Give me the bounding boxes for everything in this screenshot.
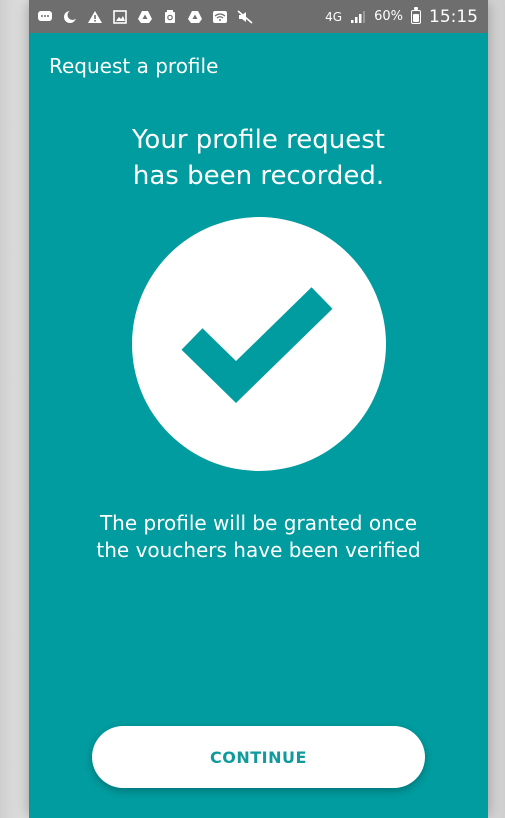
drive-icon (187, 9, 203, 25)
wifi-icon (212, 9, 228, 25)
image-icon (112, 9, 128, 25)
message-line-1: The profile will be granted once (99, 511, 418, 535)
messages-icon (37, 9, 53, 25)
page-title: Request a profile (49, 54, 219, 78)
signal-icon (350, 9, 366, 25)
notification-icons (29, 9, 253, 25)
drive-icon (137, 9, 153, 25)
mute-icon (237, 9, 253, 25)
headline-line-2: has been recorded. (132, 161, 385, 191)
app-screen: 4G 60% 15:15 Request a profile Your prof… (29, 0, 488, 818)
status-bar: 4G 60% 15:15 (29, 0, 488, 33)
battery-percent: 60% (374, 9, 403, 24)
network-type: 4G (325, 9, 343, 24)
verification-message: The profile will be granted once the vou… (29, 510, 488, 564)
recycle-icon (162, 9, 178, 25)
warning-icon (87, 9, 103, 25)
message-line-2: the vouchers have been verified (96, 538, 421, 562)
success-headline: Your profile request has been recorded. (29, 122, 488, 194)
moon-icon (62, 9, 78, 25)
continue-button[interactable]: CONTINUE (92, 726, 425, 788)
clock-time: 15:15 (429, 6, 478, 27)
status-right: 4G 60% 15:15 (325, 6, 488, 27)
headline-line-1: Your profile request (132, 125, 385, 155)
battery-icon (411, 6, 421, 24)
success-check-circle (132, 217, 386, 471)
checkmark-icon (181, 287, 333, 403)
